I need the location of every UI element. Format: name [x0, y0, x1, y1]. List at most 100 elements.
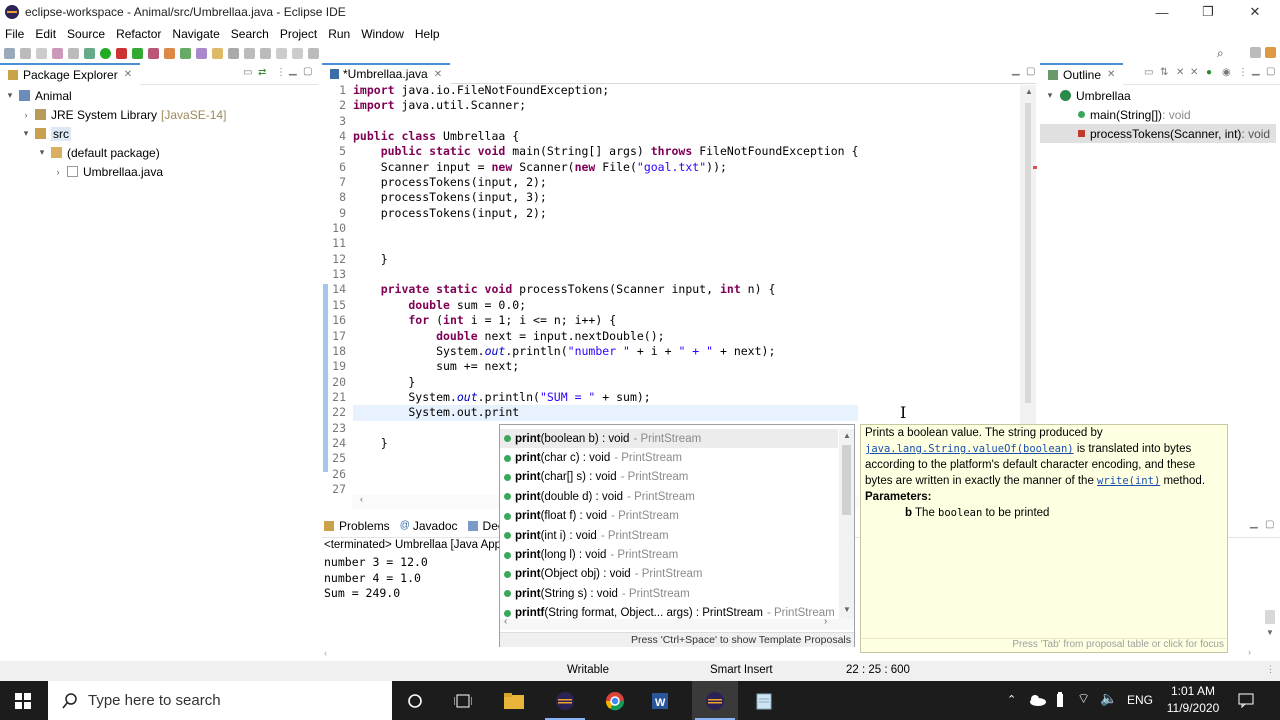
outline-member-main[interactable]: main(String[]) : void: [1040, 105, 1280, 124]
hide-fields-icon[interactable]: ✕: [1176, 67, 1184, 78]
back-icon[interactable]: [276, 47, 287, 59]
tree-item-src[interactable]: ▾ src: [0, 124, 318, 143]
scroll-right-icon[interactable]: ›: [1248, 647, 1251, 657]
tab-package-explorer[interactable]: Package Explorer ✕: [0, 62, 141, 85]
hide-static-icon[interactable]: ✕: [1190, 67, 1198, 78]
tree-item-jre[interactable]: › JRE System Library [JavaSE-14]: [0, 105, 318, 124]
close-tab-icon[interactable]: ✕: [124, 69, 132, 80]
scroll-down-icon[interactable]: ▼: [1266, 628, 1274, 637]
scroll-down-icon[interactable]: ▼: [843, 605, 851, 614]
task-view-button[interactable]: [440, 681, 486, 720]
coverage-icon[interactable]: [132, 47, 143, 59]
tab-javadoc[interactable]: @ Javadoc: [400, 519, 458, 533]
proposal-item[interactable]: print(String s) : void - PrintStream: [500, 584, 838, 603]
file-explorer-button[interactable]: [491, 681, 537, 720]
chevron-down-icon[interactable]: ▾: [4, 90, 16, 101]
outline-class[interactable]: ▾ Umbrellaa: [1040, 86, 1280, 105]
chevron-down-icon[interactable]: ▾: [20, 128, 32, 139]
menu-source[interactable]: Source: [62, 27, 111, 41]
proposal-item[interactable]: print(long l) : void - PrintStream: [500, 545, 838, 564]
open-type-icon[interactable]: [212, 47, 223, 59]
tab-umbrellaa-java[interactable]: *Umbrellaa.java ✕: [322, 62, 451, 84]
maximize-view-icon[interactable]: ▢: [1266, 66, 1275, 77]
collapse-all-icon[interactable]: ▭: [243, 67, 252, 78]
new-package-icon[interactable]: [180, 47, 191, 59]
scrollbar-thumb[interactable]: [1265, 610, 1275, 624]
notifications-icon[interactable]: [1238, 692, 1254, 708]
proposal-scrollbar[interactable]: ▲ ▼: [839, 429, 854, 619]
tree-item-umbrellaa-java[interactable]: › Umbrellaa.java: [0, 162, 318, 181]
close-tab-icon[interactable]: ✕: [1107, 69, 1115, 80]
language-indicator[interactable]: ENG: [1127, 693, 1153, 707]
forward-icon[interactable]: [292, 47, 303, 59]
javadoc-hover[interactable]: Prints a boolean value. The string produ…: [860, 424, 1228, 653]
next-annotation-icon[interactable]: [244, 47, 255, 59]
tree-item-default-package[interactable]: ▾ (default package): [0, 143, 318, 162]
menu-run[interactable]: Run: [323, 27, 356, 41]
minimize-view-icon[interactable]: ▁: [1250, 518, 1258, 529]
content-assist-popup[interactable]: print(boolean b) : void - PrintStream prin…: [499, 424, 855, 647]
new-class-icon[interactable]: [196, 47, 207, 59]
terminate-icon[interactable]: [68, 47, 79, 59]
outline-member-processtokens[interactable]: processTokens(Scanner, int) : void: [1040, 124, 1276, 143]
new-icon[interactable]: [4, 47, 15, 59]
menu-help[interactable]: Help: [410, 27, 446, 41]
eclipse-taskbar-button-2[interactable]: [692, 681, 738, 720]
scroll-up-icon[interactable]: ▲: [843, 431, 851, 440]
save-all-icon[interactable]: [36, 47, 47, 59]
prev-annotation-icon[interactable]: [260, 47, 271, 59]
menu-edit[interactable]: Edit: [30, 27, 62, 41]
menu-window[interactable]: Window: [356, 27, 410, 41]
save-icon[interactable]: [20, 47, 31, 59]
proposal-item[interactable]: print(boolean b) : void - PrintStream: [500, 429, 838, 449]
chevron-down-icon[interactable]: ▾: [1044, 90, 1056, 101]
tree-item-project[interactable]: ▾ Animal: [0, 86, 318, 105]
new-java-project-icon[interactable]: [164, 47, 175, 59]
menu-search[interactable]: Search: [226, 27, 275, 41]
clock[interactable]: 1:01 AM 11/9/2020: [1158, 683, 1228, 717]
sort-icon[interactable]: ⇅: [1160, 67, 1168, 78]
chevron-up-icon[interactable]: ⌃: [1007, 693, 1016, 706]
write-link[interactable]: write(int): [1097, 475, 1160, 487]
scroll-right-icon[interactable]: ›: [824, 616, 827, 627]
menu-refactor[interactable]: Refactor: [111, 27, 167, 41]
console-scrollbar[interactable]: ▼: [1262, 608, 1278, 646]
tab-outline[interactable]: Outline ✕: [1040, 62, 1124, 85]
status-menu-icon[interactable]: ⋮: [1266, 664, 1275, 675]
pin-editor-icon[interactable]: [308, 47, 319, 59]
collapse-all-icon[interactable]: ▭: [1144, 67, 1153, 78]
build-icon[interactable]: [52, 47, 63, 59]
proposal-item[interactable]: print(double d) : void - PrintStream: [500, 487, 838, 506]
onedrive-icon[interactable]: [1028, 694, 1046, 706]
proposal-item[interactable]: print(int i) : void - PrintStream: [500, 526, 838, 545]
scroll-up-icon[interactable]: ▲: [1025, 87, 1033, 96]
link-editor-icon[interactable]: ⇄: [258, 67, 266, 78]
proposal-item[interactable]: print(Object obj) : void - PrintStream: [500, 565, 838, 584]
maximize-view-icon[interactable]: ▢: [303, 66, 312, 77]
chevron-right-icon[interactable]: ›: [20, 110, 32, 120]
minimize-view-icon[interactable]: ▁: [1012, 65, 1020, 76]
hide-nonpublic-icon[interactable]: ●: [1206, 67, 1212, 78]
search-tool-icon[interactable]: [228, 47, 239, 59]
external-tools-icon[interactable]: [148, 47, 159, 59]
java-perspective-icon[interactable]: [1265, 47, 1276, 58]
battery-icon[interactable]: [1056, 692, 1064, 708]
maximize-button[interactable]: ❐: [1185, 0, 1231, 24]
menu-navigate[interactable]: Navigate: [167, 27, 225, 41]
scrollbar-thumb[interactable]: [842, 445, 851, 515]
scroll-left-icon[interactable]: ‹: [360, 494, 363, 504]
tab-problems[interactable]: Problems: [324, 519, 390, 533]
maximize-view-icon[interactable]: ▢: [1265, 519, 1274, 530]
proposal-item[interactable]: print(char[] s) : void - PrintStream: [500, 468, 838, 487]
open-perspective-icon[interactable]: [1250, 47, 1261, 58]
cortana-button[interactable]: [392, 681, 438, 720]
menu-project[interactable]: Project: [275, 27, 323, 41]
proposal-item[interactable]: printf(String format, Object... args) : …: [500, 604, 838, 619]
chevron-right-icon[interactable]: ›: [52, 167, 64, 177]
scrollbar-thumb[interactable]: [1025, 103, 1031, 403]
proposal-item[interactable]: print(float f) : void - PrintStream: [500, 507, 838, 526]
run-config-icon[interactable]: [116, 47, 127, 59]
eclipse-taskbar-button-1[interactable]: [542, 681, 588, 720]
maximize-view-icon[interactable]: ▢: [1026, 66, 1035, 77]
close-button[interactable]: ✕: [1232, 0, 1278, 24]
